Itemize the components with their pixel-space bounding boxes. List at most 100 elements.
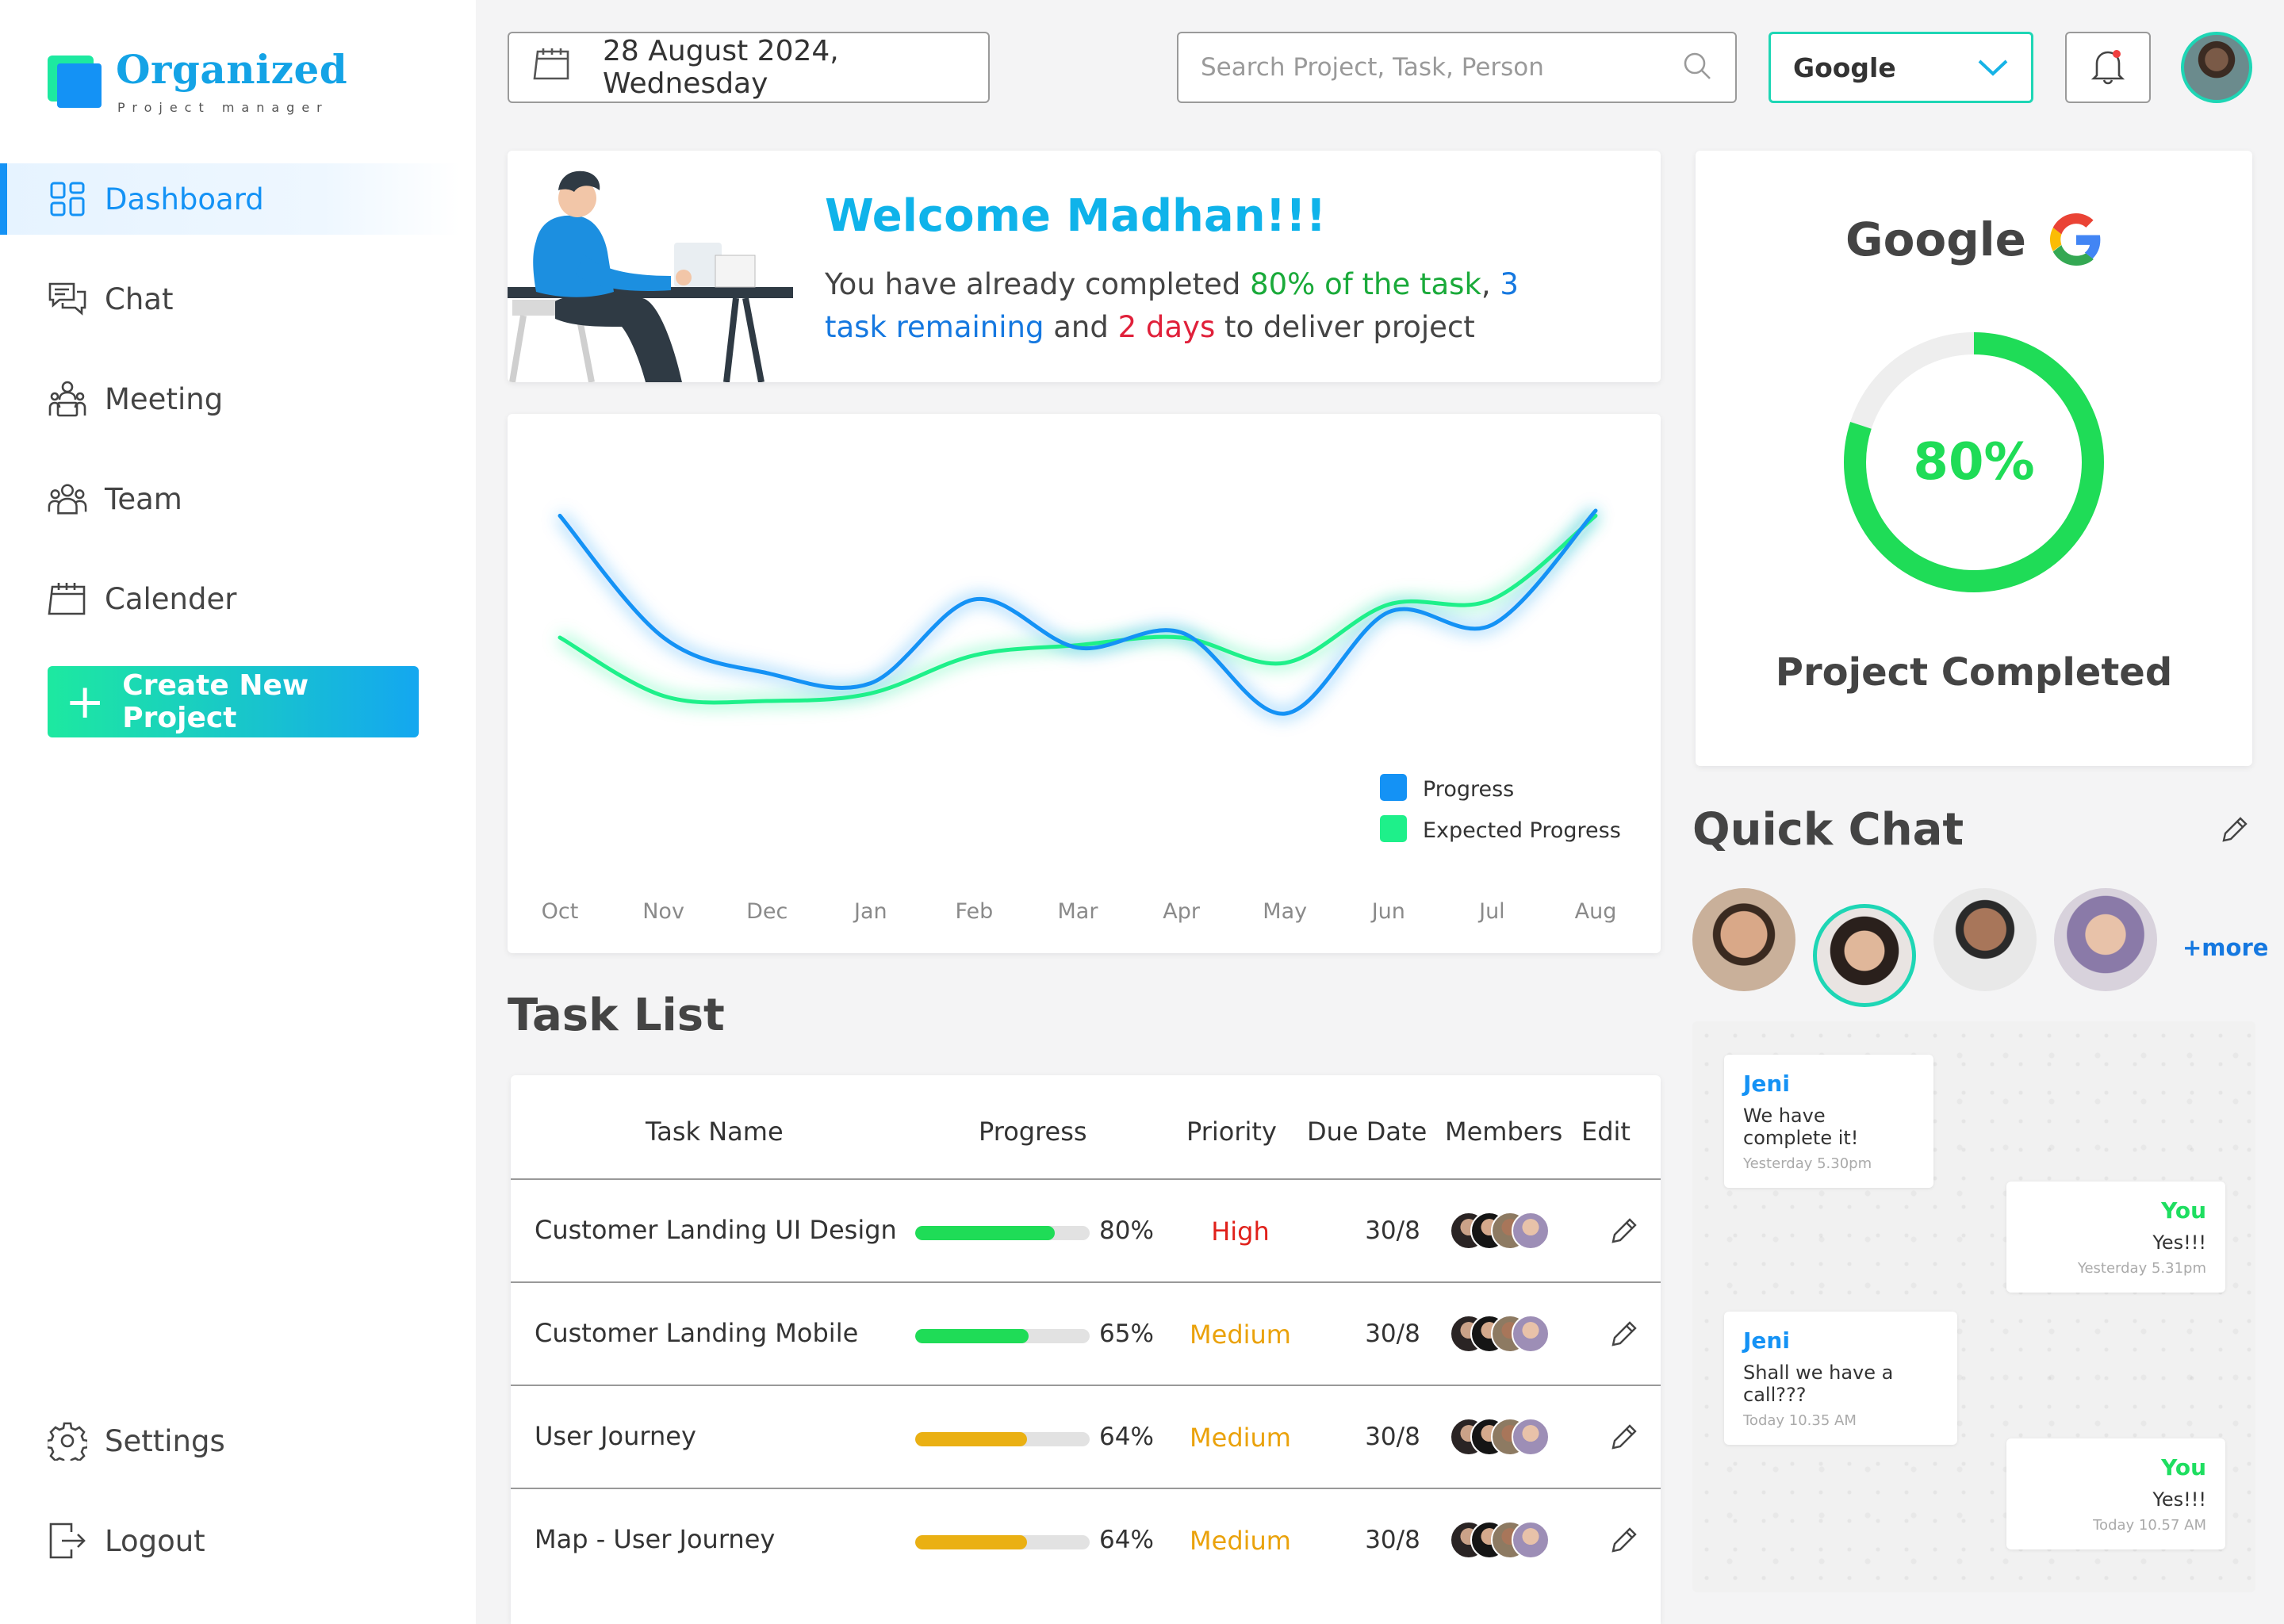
create-new-project-button[interactable]: + Create New Project: [48, 666, 419, 737]
column-header[interactable]: Task Name: [646, 1116, 784, 1147]
series-glow: [557, 511, 1600, 708]
sidebar-item-dashboard[interactable]: Dashboard: [0, 163, 460, 235]
chat-messages-panel[interactable]: Jeni We have complete it! Yesterday 5.30…: [1692, 1021, 2255, 1592]
task-name: User Journey: [535, 1421, 696, 1451]
team-icon: [48, 479, 87, 519]
table-row[interactable]: Customer Landing Mobile 65% Medium 30/8: [511, 1281, 1661, 1385]
message-time: Yesterday 5.31pm: [2077, 1260, 2206, 1277]
project-select-value: Google: [1793, 52, 1896, 83]
message-text: Yes!!!: [2152, 1488, 2206, 1511]
legend-swatch: [1380, 774, 1407, 801]
column-header[interactable]: Members: [1445, 1116, 1562, 1147]
more-contacts-link[interactable]: +more: [2182, 934, 2268, 961]
sidebar-item-meeting[interactable]: Meeting: [0, 363, 460, 435]
task-progress-bar: [915, 1432, 1090, 1446]
column-header[interactable]: Edit: [1581, 1116, 1631, 1147]
task-due-date: 30/8: [1365, 1320, 1420, 1348]
x-tick-label: Nov: [642, 899, 684, 924]
search-icon[interactable]: [1681, 50, 1713, 85]
member-avatar: [1512, 1521, 1550, 1559]
table-row[interactable]: Customer Landing UI Design 80% High 30/8: [511, 1178, 1661, 1281]
task-members[interactable]: [1450, 1418, 1569, 1457]
task-progress-fill: [915, 1329, 1029, 1343]
brand-name: Organized: [116, 46, 348, 93]
google-logo-icon: [2050, 213, 2101, 266]
message-time: Today 10.35 AM: [1743, 1412, 1857, 1429]
task-members[interactable]: [1450, 1315, 1569, 1354]
task-progress-bar: [915, 1535, 1090, 1549]
member-avatar: [1512, 1418, 1550, 1456]
series-line-progress[interactable]: [558, 508, 1598, 716]
message-sender: You: [2161, 1454, 2206, 1480]
task-progress-bar: [915, 1226, 1090, 1240]
x-tick-label: Aug: [1575, 899, 1617, 924]
project-name-heading: Google: [1696, 213, 2252, 266]
task-members[interactable]: [1450, 1521, 1569, 1561]
message-sender: You: [2161, 1197, 2206, 1224]
chevron-down-icon: [1977, 52, 2009, 83]
task-priority: Medium: [1190, 1320, 1291, 1350]
sidebar-item-settings[interactable]: Settings: [0, 1405, 460, 1477]
task-members[interactable]: [1450, 1212, 1569, 1251]
notifications-button[interactable]: [2065, 32, 2151, 103]
task-table: Task Name Progress Priority Due Date Mem…: [511, 1075, 1661, 1624]
x-tick-label: Dec: [746, 899, 788, 924]
progress-line-chart: Progress Expected Progress Oct Nov Dec Jan Fe…: [542, 507, 1621, 924]
task-progress-bar: [915, 1329, 1090, 1343]
sidebar-item-chat[interactable]: Chat: [0, 263, 460, 335]
plus-icon: +: [65, 674, 105, 730]
message-text: Yes!!!: [2152, 1231, 2206, 1254]
message-text: Shall we have a call???: [1743, 1362, 1894, 1406]
sidebar-item-calender[interactable]: Calender: [0, 563, 460, 634]
date-display[interactable]: 28 August 2024, Wednesday: [508, 32, 990, 103]
bell-icon: [2090, 47, 2125, 88]
sidebar-item-label: Settings: [105, 1423, 225, 1458]
project-select[interactable]: Google: [1769, 32, 2033, 103]
edit-pencil-icon[interactable]: [1610, 1216, 1638, 1248]
edit-pencil-icon[interactable]: [1610, 1526, 1638, 1557]
welcome-text: and: [1044, 310, 1118, 344]
legend-label: Expected Progress: [1423, 818, 1621, 843]
user-avatar[interactable]: [2181, 32, 2252, 103]
gear-icon: [48, 1421, 87, 1461]
chat-contact-avatar[interactable]: [1692, 888, 1795, 991]
legend-swatch: [1380, 815, 1407, 842]
welcome-text: You have already completed: [825, 267, 1251, 301]
edit-pencil-icon[interactable]: [1610, 1423, 1638, 1454]
chat-contact-avatar[interactable]: [2054, 888, 2157, 991]
table-row[interactable]: Map - User Journey 64% Medium 30/8: [511, 1488, 1661, 1591]
search-bar[interactable]: [1177, 32, 1737, 103]
welcome-title: Welcome Madhan!!!: [825, 190, 1327, 242]
x-tick-label: May: [1263, 899, 1307, 924]
task-due-date: 30/8: [1365, 1423, 1420, 1451]
sidebar-item-label: Chat: [105, 282, 174, 316]
sidebar-item-logout[interactable]: Logout: [0, 1505, 460, 1576]
member-avatar: [1512, 1315, 1550, 1353]
compose-pencil-icon[interactable]: [2221, 815, 2249, 847]
project-completion-card: Google 80% Project Completed: [1696, 151, 2252, 766]
working-person-illustration: [508, 170, 793, 382]
x-tick-label: Mar: [1058, 899, 1099, 924]
quick-chat-title: Quick Chat: [1692, 804, 1964, 856]
task-due-date: 30/8: [1365, 1526, 1420, 1554]
sidebar-item-team[interactable]: Team: [0, 463, 460, 534]
column-header[interactable]: Priority: [1186, 1116, 1277, 1147]
sidebar-item-label: Dashboard: [105, 182, 264, 216]
welcome-text: to deliver project: [1215, 310, 1475, 344]
edit-pencil-icon[interactable]: [1610, 1320, 1638, 1351]
message-time: Today 10.57 AM: [2093, 1517, 2206, 1534]
x-tick-label: Feb: [955, 899, 993, 924]
task-progress-fill: [915, 1535, 1027, 1549]
task-priority: Medium: [1190, 1423, 1291, 1453]
task-name: Customer Landing UI Design: [535, 1215, 897, 1245]
x-tick-label: Jul: [1477, 899, 1505, 924]
column-header[interactable]: Progress: [979, 1116, 1087, 1147]
chat-contact-avatar[interactable]: [1933, 888, 2037, 991]
column-header[interactable]: Due Date: [1307, 1116, 1427, 1147]
table-row[interactable]: User Journey 64% Medium 30/8: [511, 1385, 1661, 1488]
chat-message: Jeni We have complete it! Yesterday 5.30…: [1724, 1055, 1933, 1188]
chat-contact-avatar-active[interactable]: [1813, 904, 1916, 1007]
x-tick-label: Oct: [542, 899, 579, 924]
task-name: Customer Landing Mobile: [535, 1318, 859, 1348]
search-input[interactable]: [1201, 53, 1681, 82]
